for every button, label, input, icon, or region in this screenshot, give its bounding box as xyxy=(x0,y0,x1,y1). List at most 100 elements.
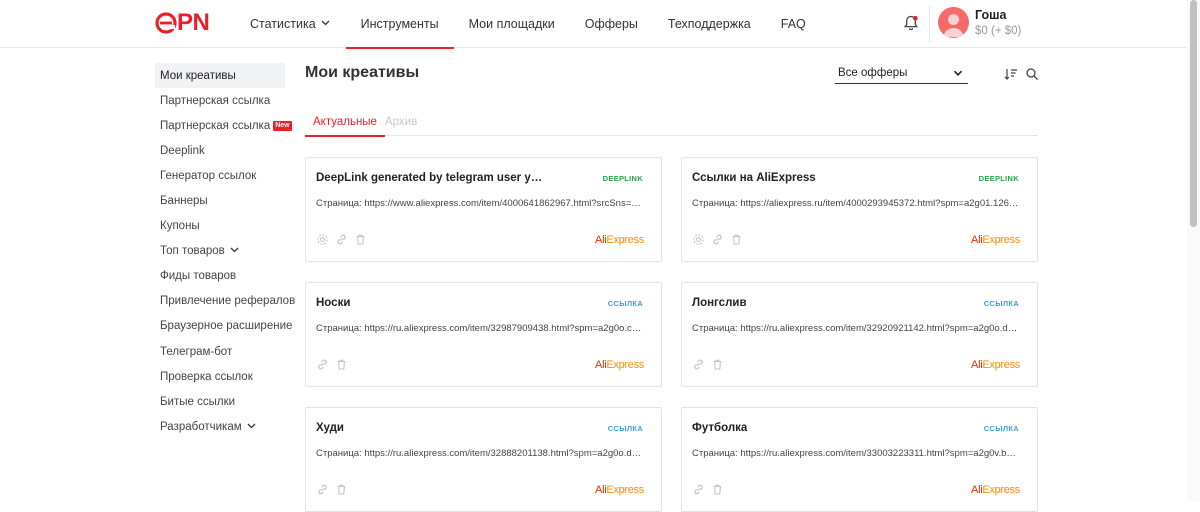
link-icon[interactable] xyxy=(711,233,724,246)
card-type-tag: ССЫЛКА xyxy=(607,424,643,433)
brand-part: Ali xyxy=(595,484,607,496)
offers-filter-select[interactable]: Все офферы xyxy=(835,62,968,84)
card-title[interactable]: Футболка xyxy=(692,422,922,434)
avatar[interactable] xyxy=(938,7,969,38)
sidebar-item-5[interactable]: Баннеры xyxy=(155,188,285,213)
nav-item-label: Статистика xyxy=(250,17,316,31)
link-icon[interactable] xyxy=(692,483,705,496)
nav-item-0[interactable]: Статистика xyxy=(235,0,346,48)
sidebar-item-8[interactable]: Фиды товаров xyxy=(155,264,285,289)
creative-card[interactable]: Носки ССЫЛКА Страница: https://ru.aliexpre… xyxy=(305,282,662,387)
creative-card[interactable]: Ссылки на AliExpress DEEPLINK Страница: ht… xyxy=(681,157,1038,262)
creative-card[interactable]: Лонгслив ССЫЛКА Страница: https://ru.aliex… xyxy=(681,282,1038,387)
sidebar-item-label: Разработчикам xyxy=(160,420,242,433)
link-icon[interactable] xyxy=(335,233,348,246)
brand-part: Express xyxy=(982,484,1020,496)
nav-item-label: Мои площадки xyxy=(468,17,555,31)
card-actions xyxy=(692,358,724,371)
brand-part: Express xyxy=(606,234,644,246)
main-nav: Статистика Инструменты Мои площадки Офферы Т… xyxy=(235,0,821,49)
link-icon[interactable] xyxy=(316,358,329,371)
logo-e-icon xyxy=(155,12,177,34)
aliexpress-logo: AliExpress xyxy=(971,359,1020,371)
sidebar-item-label: Топ товаров xyxy=(160,245,225,258)
sidebar-item-3[interactable]: Deeplink xyxy=(155,138,285,163)
creative-card[interactable]: DeepLink generated by telegram user youn… xyxy=(305,157,662,262)
trash-icon[interactable] xyxy=(711,483,724,496)
link-icon[interactable] xyxy=(692,358,705,371)
aliexpress-logo: AliExpress xyxy=(971,484,1020,496)
sidebar-item-6[interactable]: Купоны xyxy=(155,214,285,239)
sidebar-item-label: Deeplink xyxy=(160,144,205,157)
sidebar-item-label: Браузерное расширение xyxy=(160,320,293,333)
nav-item-3[interactable]: Офферы xyxy=(570,0,653,48)
settings-icon[interactable] xyxy=(316,233,329,246)
card-type-tag: DEEPLINK xyxy=(602,174,643,183)
creative-card[interactable]: Футболка ССЫЛКА Страница: https://ru.aliex… xyxy=(681,407,1038,512)
card-page-url: Страница: https://aliexpress.ru/item/400… xyxy=(692,198,1020,209)
card-page-url: Страница: https://ru.aliexpress.com/item… xyxy=(692,448,1020,459)
sidebar-item-11[interactable]: Телеграм-бот xyxy=(155,339,285,364)
sidebar: Мои креативы Партнерская ссылка Партнерска… xyxy=(155,63,295,439)
card-title[interactable]: Лонгслив xyxy=(692,297,922,309)
sidebar-item-14[interactable]: Разработчикам xyxy=(155,414,285,439)
sidebar-item-label: Фиды товаров xyxy=(160,270,237,283)
notification-bell-icon[interactable] xyxy=(901,13,921,33)
sidebar-item-10[interactable]: Браузерное расширение xyxy=(155,314,292,339)
card-title[interactable]: Худи xyxy=(316,422,546,434)
sidebar-item-label: Баннеры xyxy=(160,195,208,208)
user-name[interactable]: Гоша xyxy=(975,8,1006,22)
creative-card[interactable]: Худи ССЫЛКА Страница: https://ru.aliexpres… xyxy=(305,407,662,512)
card-title[interactable]: DeepLink generated by telegram user youn… xyxy=(316,172,546,184)
settings-icon[interactable] xyxy=(692,233,705,246)
search-icon[interactable] xyxy=(1025,67,1039,81)
sidebar-item-7[interactable]: Топ товаров xyxy=(155,239,285,264)
sidebar-item-4[interactable]: Генератор ссылок xyxy=(155,163,285,188)
sidebar-item-9[interactable]: Привлечение рефералов xyxy=(155,289,295,314)
aliexpress-logo: AliExpress xyxy=(595,359,644,371)
nav-item-2[interactable]: Мои площадки xyxy=(454,0,570,48)
nav-item-1[interactable]: Инструменты xyxy=(345,0,454,49)
trash-icon[interactable] xyxy=(335,358,348,371)
scrollbar-thumb[interactable] xyxy=(1190,0,1197,227)
trash-icon[interactable] xyxy=(711,358,724,371)
sidebar-item-2[interactable]: Партнерская ссылка New xyxy=(155,113,292,138)
sidebar-item-12[interactable]: Проверка ссылок xyxy=(155,364,285,389)
sort-icon[interactable] xyxy=(1004,67,1018,81)
card-page-url: Страница: https://www.aliexpress.com/ite… xyxy=(316,198,644,209)
tab-current[interactable]: Актуальные xyxy=(305,107,385,137)
aliexpress-logo: AliExpress xyxy=(971,234,1020,246)
sidebar-item-1[interactable]: Партнерская ссылка xyxy=(155,88,285,113)
sidebar-item-0[interactable]: Мои креативы xyxy=(155,63,285,89)
card-title[interactable]: Ссылки на AliExpress xyxy=(692,172,922,184)
nav-item-label: FAQ xyxy=(780,17,806,31)
chevron-down-icon xyxy=(230,247,239,253)
card-type-tag: ССЫЛКА xyxy=(983,299,1019,308)
trash-icon[interactable] xyxy=(335,483,348,496)
epn-logo[interactable]: PN xyxy=(155,11,210,35)
sidebar-item-label: Проверка ссылок xyxy=(160,370,253,383)
nav-item-4[interactable]: Техподдержка xyxy=(653,0,766,48)
aliexpress-logo: AliExpress xyxy=(595,484,644,496)
card-title[interactable]: Носки xyxy=(316,297,546,309)
link-icon[interactable] xyxy=(316,483,329,496)
trash-icon[interactable] xyxy=(354,233,367,246)
top-bar: PN Статистика Инструменты Мои площадки Оффе… xyxy=(0,0,1200,49)
brand-part: Express xyxy=(982,234,1020,246)
brand-part: Ali xyxy=(971,484,983,496)
card-type-tag: ССЫЛКА xyxy=(607,299,643,308)
sidebar-item-label: Телеграм-бот xyxy=(160,345,233,358)
card-actions xyxy=(692,483,724,496)
nav-item-5[interactable]: FAQ xyxy=(766,0,821,48)
chevron-down-icon xyxy=(953,70,963,76)
aliexpress-logo: AliExpress xyxy=(595,234,644,246)
chevron-down-icon xyxy=(247,423,256,429)
brand-part: Ali xyxy=(595,234,607,246)
creatives-tabs: Актуальные Архив xyxy=(305,107,1038,137)
trash-icon[interactable] xyxy=(730,233,743,246)
brand-part: Ali xyxy=(971,359,983,371)
sidebar-item-label: Генератор ссылок xyxy=(160,169,257,182)
brand-part: Express xyxy=(606,359,644,371)
sidebar-item-13[interactable]: Битые ссылки xyxy=(155,389,285,414)
tab-archive[interactable]: Архив xyxy=(377,107,425,136)
